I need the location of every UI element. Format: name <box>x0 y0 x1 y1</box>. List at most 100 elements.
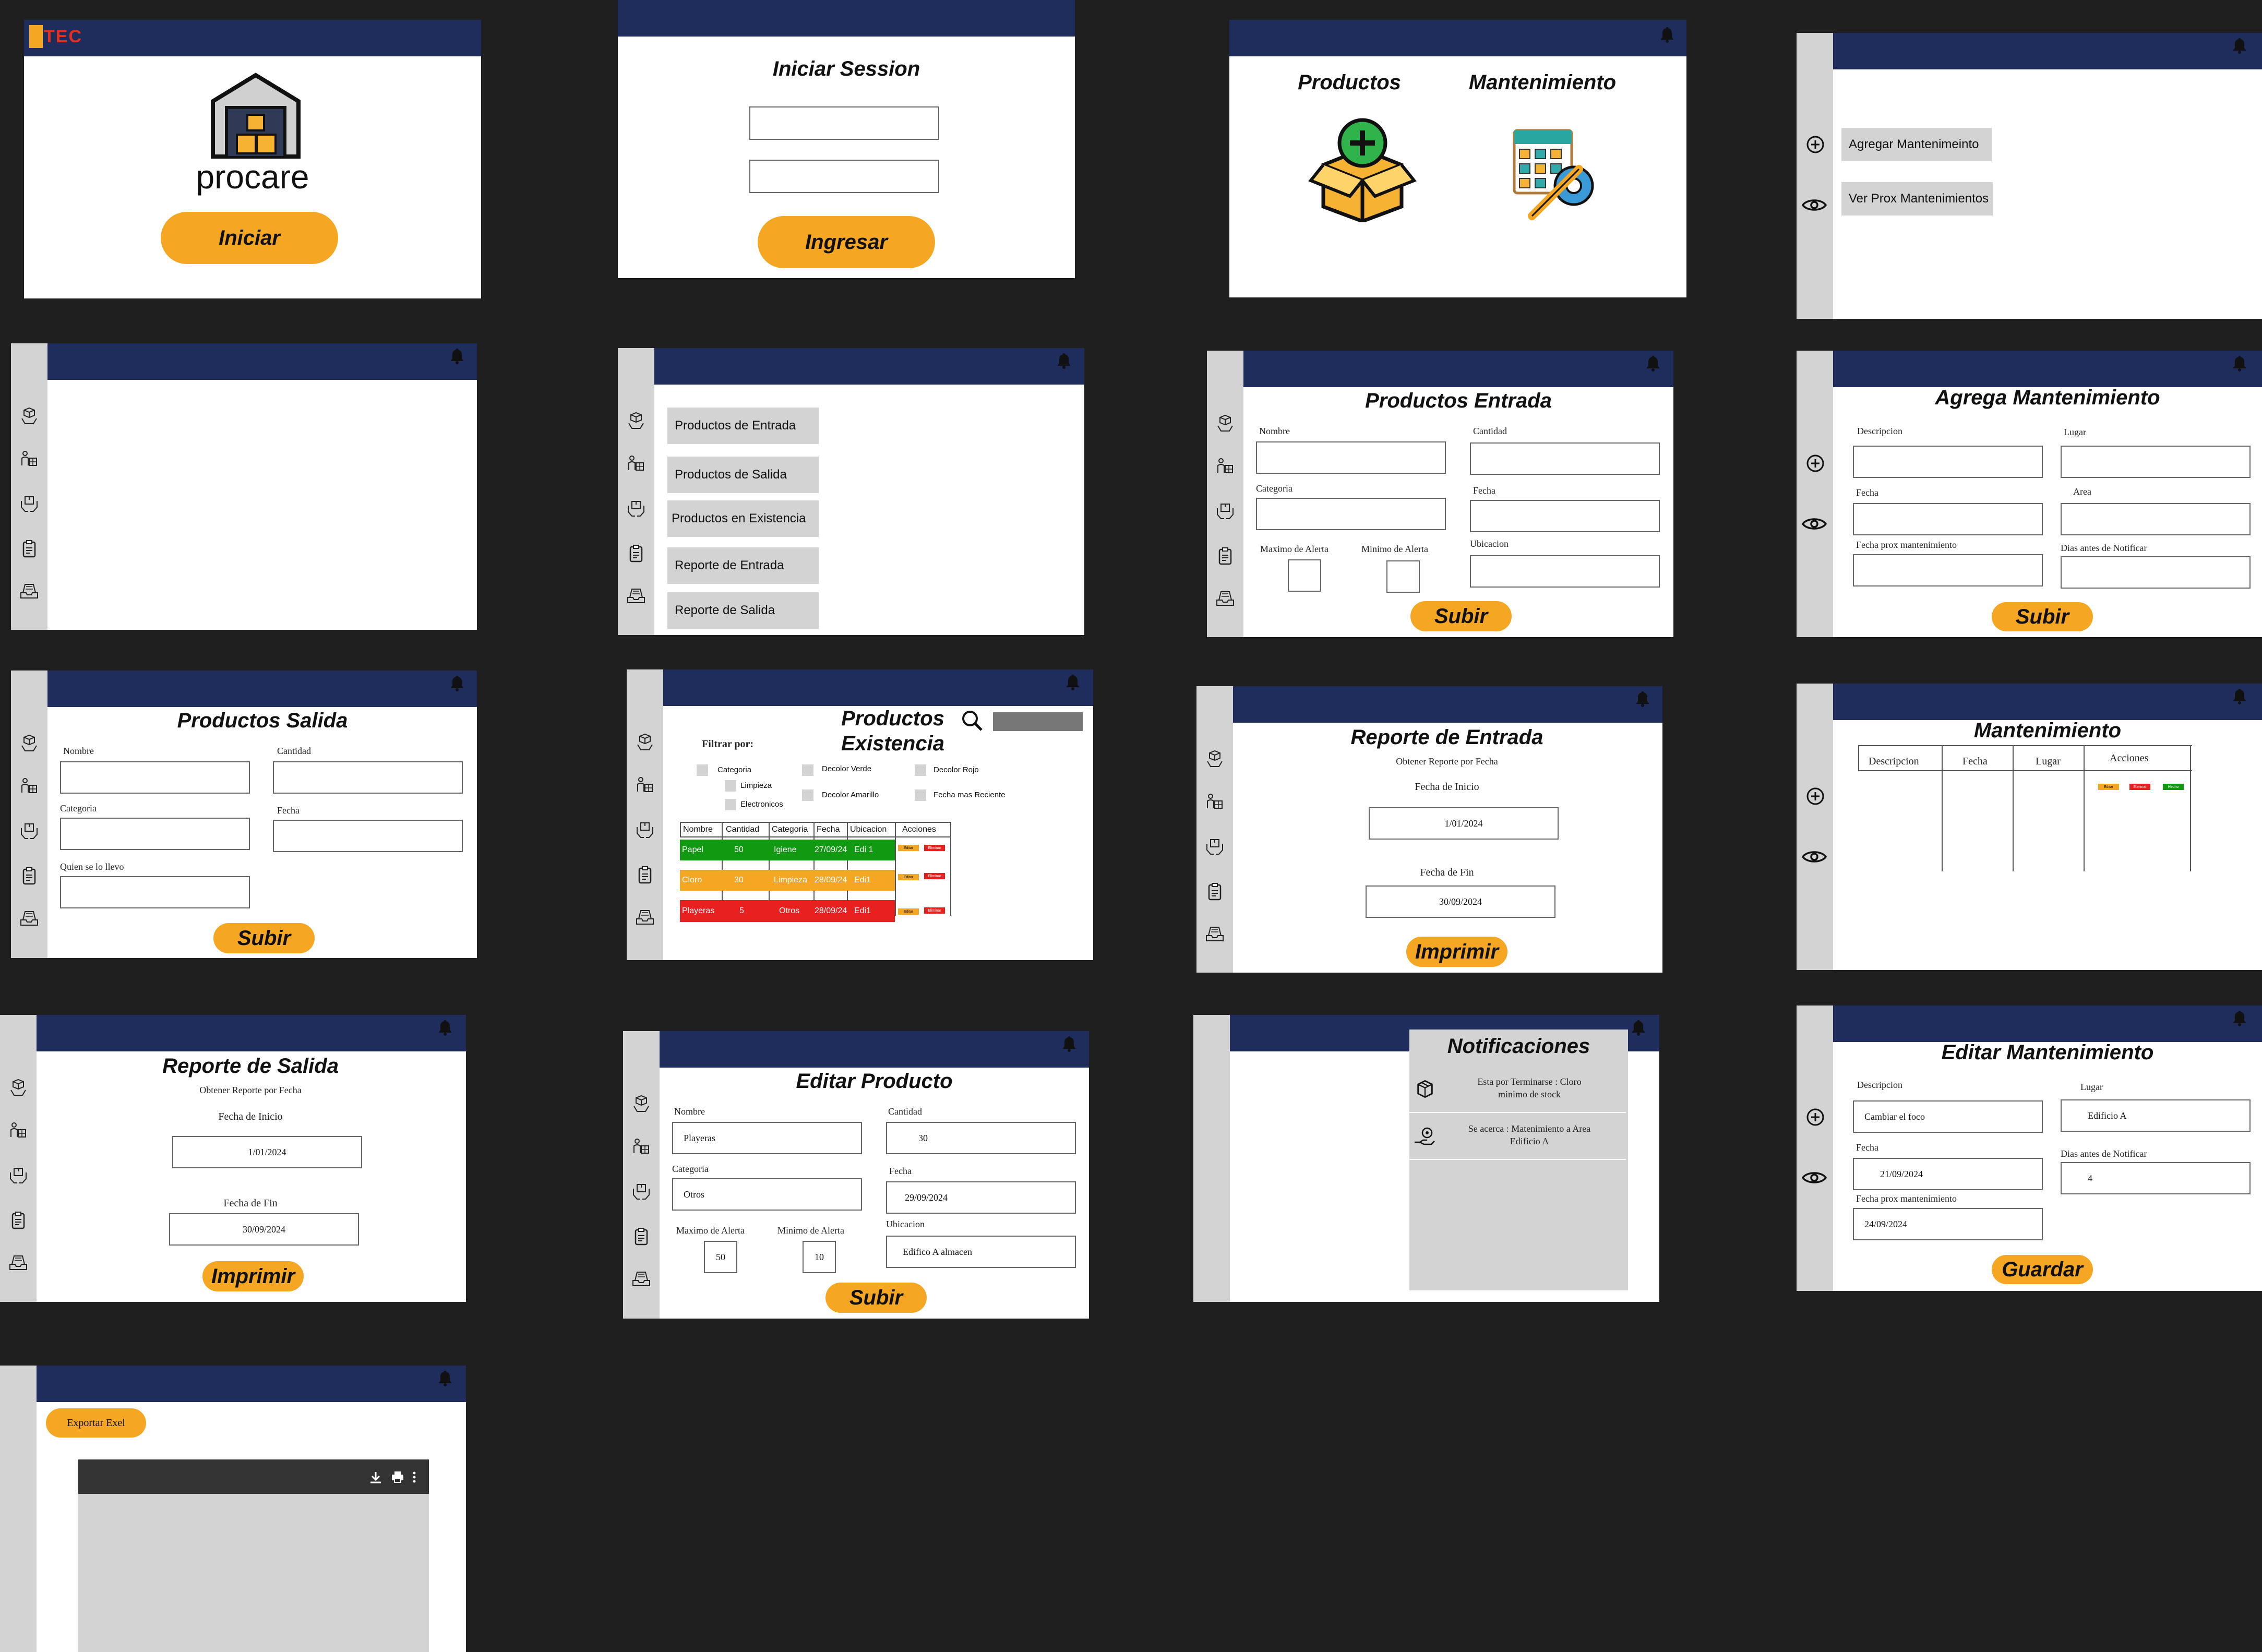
submit-button[interactable]: Subir <box>213 923 315 953</box>
menu-productos-existencia[interactable]: Productos en Existencia <box>667 500 819 537</box>
ubicacion-input[interactable]: Edifico A almacen <box>886 1236 1076 1268</box>
descripcion-input[interactable] <box>1853 446 2043 478</box>
inbox-tray-icon[interactable] <box>20 908 39 927</box>
bell-icon[interactable] <box>450 348 464 364</box>
print-button[interactable]: Imprimir <box>1406 937 1507 967</box>
submit-button[interactable]: Subir <box>1992 602 2093 631</box>
categoria-input[interactable] <box>60 818 250 850</box>
ubicacion-input[interactable] <box>1470 555 1660 588</box>
fecha-inicio-input[interactable]: 1/01/2024 <box>1369 807 1559 840</box>
fecha-fin-input[interactable]: 30/09/2024 <box>1366 885 1555 918</box>
add-icon[interactable] <box>1805 786 1826 807</box>
fecha-prox-input[interactable] <box>1853 554 2043 586</box>
search-input[interactable] <box>993 712 1083 731</box>
categoria-input[interactable] <box>1256 498 1446 530</box>
categoria-input[interactable]: Otros <box>672 1178 862 1211</box>
nombre-input[interactable] <box>1256 441 1446 474</box>
username-input[interactable] <box>749 106 939 140</box>
inbox-tray-icon[interactable] <box>632 1269 651 1288</box>
start-button[interactable]: Iniciar <box>161 212 338 264</box>
download-icon[interactable] <box>368 1470 383 1485</box>
fecha-inicio-input[interactable]: 1/01/2024 <box>172 1136 362 1168</box>
clipboard-icon[interactable] <box>627 544 645 563</box>
search-icon[interactable] <box>961 709 984 732</box>
product-box-icon[interactable] <box>632 1095 651 1114</box>
hands-box-icon[interactable] <box>1205 837 1224 856</box>
delivery-icon[interactable] <box>632 1138 651 1156</box>
cantidad-input[interactable] <box>273 761 463 794</box>
bell-icon[interactable] <box>1632 1019 1645 1036</box>
cantidad-input[interactable]: 30 <box>886 1122 1076 1154</box>
export-excel-button[interactable]: Exportar Exel <box>46 1408 146 1438</box>
password-input[interactable] <box>749 160 939 193</box>
filter-electronicos-checkbox[interactable] <box>725 799 736 810</box>
bell-icon[interactable] <box>1066 674 1080 690</box>
delivery-icon[interactable] <box>9 1121 28 1140</box>
save-button[interactable]: Guardar <box>1992 1255 2093 1284</box>
bell-icon[interactable] <box>2233 688 2246 704</box>
eye-icon[interactable] <box>1802 848 1827 865</box>
add-icon[interactable] <box>1805 1107 1826 1128</box>
product-box-icon[interactable] <box>20 734 39 753</box>
hands-box-icon[interactable] <box>632 1182 651 1201</box>
table-row[interactable]: Cloro 30 Limpieza 28/09/24 Edi1 <box>680 870 895 891</box>
fecha-fin-input[interactable]: 30/09/2024 <box>169 1213 359 1246</box>
more-options-icon[interactable] <box>411 1470 417 1485</box>
lugar-input[interactable] <box>2061 446 2251 478</box>
menu-productos-entrada[interactable]: Productos de Entrada <box>667 408 819 444</box>
filter-amarillo-checkbox[interactable] <box>802 789 813 801</box>
dias-input[interactable] <box>2061 556 2251 589</box>
print-icon[interactable] <box>390 1470 405 1485</box>
product-box-icon[interactable] <box>627 412 645 430</box>
min-alerta-input[interactable] <box>1386 560 1420 593</box>
dias-input[interactable]: 4 <box>2061 1162 2251 1194</box>
inbox-tray-icon[interactable] <box>1205 924 1224 943</box>
hands-box-icon[interactable] <box>20 822 39 841</box>
delivery-icon[interactable] <box>1216 457 1235 476</box>
fecha-input[interactable] <box>1470 500 1660 532</box>
bell-icon[interactable] <box>438 1019 452 1036</box>
max-alerta-input[interactable] <box>1288 559 1321 592</box>
quien-input[interactable] <box>60 876 250 908</box>
bell-icon[interactable] <box>2233 355 2246 372</box>
bell-icon[interactable] <box>450 675 464 691</box>
delivery-icon[interactable] <box>636 776 654 795</box>
product-box-icon[interactable] <box>20 407 39 426</box>
product-box-icon[interactable] <box>1216 414 1235 433</box>
clipboard-icon[interactable] <box>9 1211 28 1230</box>
edit-button[interactable]: Editar <box>2098 784 2119 790</box>
edit-button[interactable]: Editar <box>898 908 919 915</box>
delete-button[interactable]: Eliminar <box>924 907 945 914</box>
menu-reporte-salida[interactable]: Reporte de Salida <box>667 592 819 629</box>
eye-icon[interactable] <box>1802 1169 1827 1186</box>
bell-icon[interactable] <box>2233 1010 2246 1026</box>
submit-button[interactable]: Subir <box>825 1283 927 1313</box>
bell-icon[interactable] <box>1636 690 1649 707</box>
table-row[interactable]: Papel 50 Igiene 27/09/24 Edi 1 <box>680 840 895 860</box>
done-button[interactable]: Hecho <box>2163 784 2184 790</box>
fecha-input[interactable] <box>1853 503 2043 535</box>
inbox-tray-icon[interactable] <box>636 907 654 926</box>
clipboard-icon[interactable] <box>632 1227 651 1246</box>
delivery-icon[interactable] <box>627 454 645 473</box>
descripcion-input[interactable]: Cambiar el foco <box>1853 1100 2043 1133</box>
nombre-input[interactable]: Playeras <box>672 1122 862 1154</box>
clipboard-icon[interactable] <box>636 866 654 884</box>
inbox-tray-icon[interactable] <box>9 1253 28 1272</box>
add-icon[interactable] <box>1805 134 1826 155</box>
filter-limpieza-checkbox[interactable] <box>725 780 736 792</box>
bell-icon[interactable] <box>438 1370 452 1386</box>
inbox-tray-icon[interactable] <box>20 581 39 600</box>
bell-icon[interactable] <box>1660 26 1674 43</box>
delete-button[interactable]: Eliminar <box>924 845 945 851</box>
clipboard-icon[interactable] <box>20 867 39 885</box>
delete-button[interactable]: Eliminar <box>924 873 945 879</box>
delete-button[interactable]: Eliminar <box>2129 784 2150 790</box>
print-button[interactable]: Imprimir <box>202 1261 304 1291</box>
fecha-input[interactable]: 21/09/2024 <box>1853 1158 2043 1190</box>
add-product-box-icon[interactable] <box>1308 118 1417 222</box>
clipboard-icon[interactable] <box>20 540 39 558</box>
filter-rojo-checkbox[interactable] <box>915 764 926 776</box>
bell-icon[interactable] <box>2233 37 2246 54</box>
min-alerta-input[interactable]: 10 <box>803 1241 836 1273</box>
